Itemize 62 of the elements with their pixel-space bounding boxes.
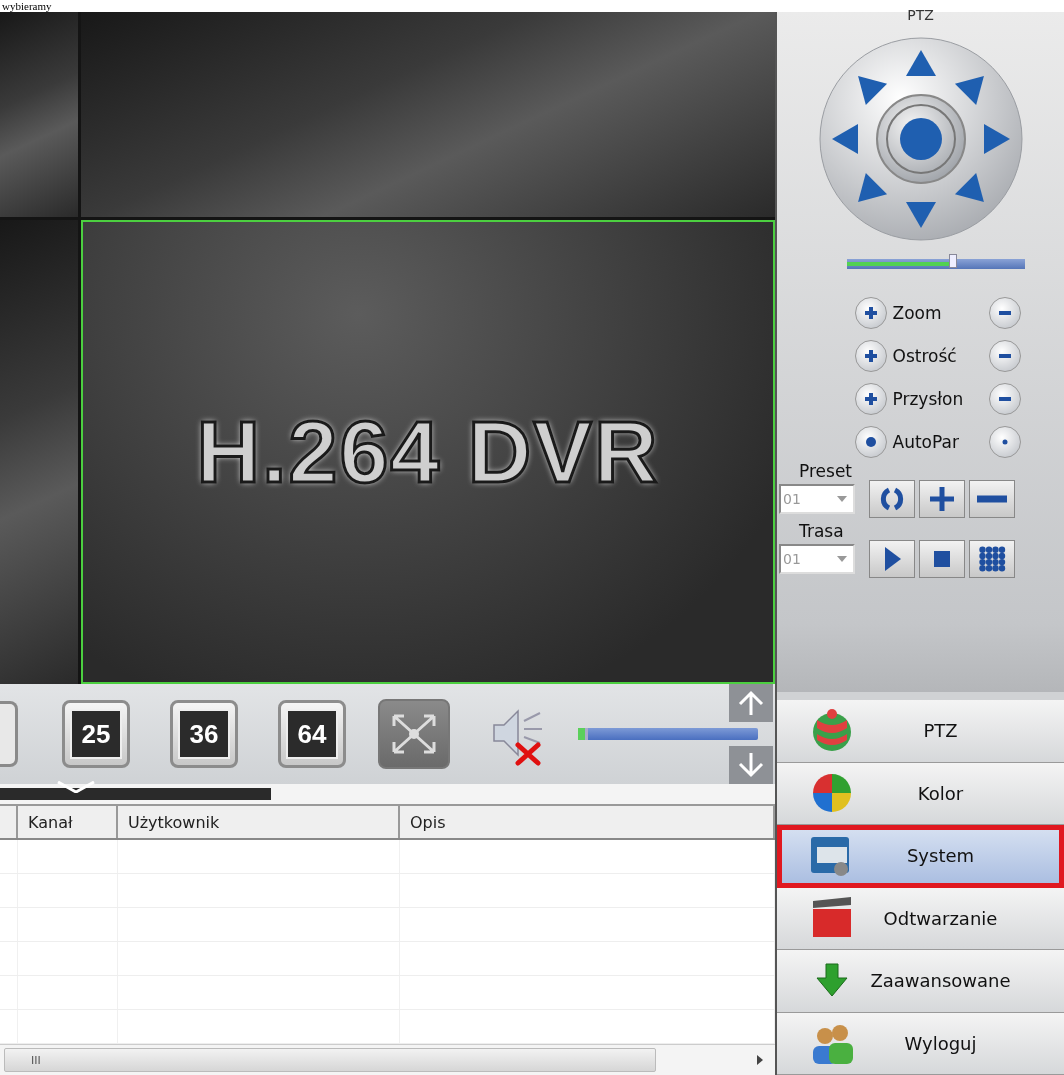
scroll-down-button[interactable] (729, 746, 773, 784)
plus-button[interactable] (854, 382, 887, 415)
menu-item[interactable]: Odtwarzanie (777, 887, 1064, 950)
control-label: Zoom (892, 302, 943, 323)
remove-button[interactable] (969, 480, 1015, 518)
menu-item[interactable]: PTZ (777, 700, 1064, 763)
plus-button[interactable] (854, 296, 887, 329)
layout-button[interactable]: 64 (278, 700, 346, 768)
dropdown-arrow-icon (837, 556, 847, 562)
plus-icon (863, 348, 878, 363)
refresh-button[interactable] (869, 480, 915, 518)
plus-icon (927, 485, 957, 513)
fullscreen-button[interactable] (378, 699, 450, 769)
column-header[interactable]: Opis (400, 806, 775, 838)
play-button[interactable] (869, 540, 915, 578)
column-header[interactable]: Użytkownik (118, 806, 400, 838)
add-button[interactable] (919, 480, 965, 518)
layout-button[interactable]: 36 (170, 700, 238, 768)
volume-slider[interactable] (578, 728, 758, 740)
minus-icon (997, 395, 1012, 402)
stop-button[interactable] (919, 540, 965, 578)
menu-item[interactable]: Kolor (777, 762, 1064, 825)
speed-slider[interactable] (846, 254, 1025, 270)
dvr-logo-text: H.264 DVR (196, 401, 660, 503)
dot-icon (864, 435, 877, 448)
speed-handle[interactable] (949, 254, 958, 268)
scroll-right-icon[interactable] (756, 1054, 764, 1066)
control-label: Ostrość (892, 345, 958, 366)
dropdown-arrow-icon (837, 496, 847, 502)
group-label: Preset (799, 462, 853, 480)
minus-icon (997, 309, 1012, 316)
minus-icon (977, 495, 1007, 503)
minus-icon (997, 352, 1012, 359)
menu-item[interactable]: Wyloguj (777, 1012, 1064, 1075)
layout-button[interactable]: 25 (62, 700, 130, 768)
plus-button[interactable] (854, 339, 887, 372)
group-label: Trasa (799, 522, 845, 540)
dot-icon (1001, 438, 1008, 445)
grid-button[interactable] (969, 540, 1015, 578)
dot-grid-icon (977, 545, 1007, 573)
plus-icon (863, 391, 878, 406)
grip-text: III (31, 1053, 41, 1067)
minus-button[interactable] (988, 296, 1021, 329)
up-arrow-icon (736, 689, 766, 717)
timeline-marker-icon[interactable] (56, 781, 96, 793)
layout-button[interactable] (0, 701, 18, 767)
control-label: AutoPar (892, 431, 960, 452)
menu-item[interactable]: Zaawansowane (777, 950, 1064, 1013)
menu-item[interactable]: System (777, 825, 1064, 888)
plus-icon (863, 305, 878, 320)
scrollbar-thumb[interactable]: III (4, 1048, 656, 1072)
auto-on-button[interactable] (854, 425, 887, 458)
minus-button[interactable] (988, 339, 1021, 372)
direction-pad[interactable] (817, 36, 1024, 242)
timeline-bar[interactable] (0, 784, 775, 806)
minus-button[interactable] (988, 382, 1021, 415)
caption-text: wybieramy (2, 0, 52, 12)
down-arrow-icon (736, 751, 766, 779)
panel-title: PTZ (907, 8, 934, 22)
column-header[interactable]: Kanał (18, 806, 118, 838)
scroll-up-button[interactable] (729, 684, 773, 722)
control-label: Przysłon (892, 388, 965, 409)
